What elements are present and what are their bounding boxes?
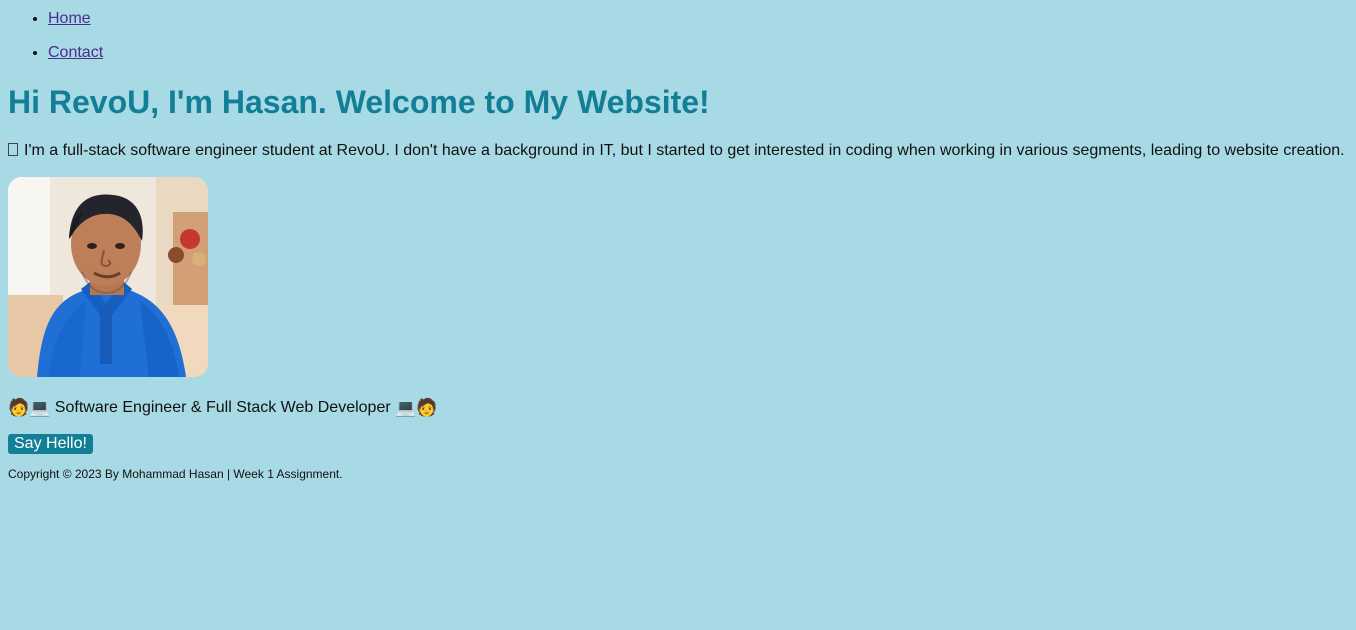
laptop-person-icon: 💻🧑 <box>395 398 438 418</box>
intro-paragraph: I'm a full-stack software engineer stude… <box>8 141 1345 161</box>
tagline-text: Software Engineer & Full Stack Web Devel… <box>54 399 391 416</box>
profile-photo <box>8 177 208 377</box>
say-hello-button[interactable]: Say Hello! <box>8 434 93 454</box>
person-laptop-icon: 🧑💻 <box>8 398 51 418</box>
nav-item-contact: Contact <box>48 42 103 76</box>
missing-glyph-icon <box>8 143 18 156</box>
tagline: 🧑💻 Software Engineer & Full Stack Web De… <box>8 398 437 418</box>
intro-text: I'm a full-stack software engineer stude… <box>24 142 1345 159</box>
page-title: Hi RevoU, I'm Hasan. Welcome to My Websi… <box>8 84 710 120</box>
page: Home Contact Hi RevoU, I'm Hasan. Welcom… <box>0 0 1356 630</box>
contact-link[interactable]: Contact <box>48 44 103 61</box>
footer-copyright: Copyright © 2023 By Mohammad Hasan | Wee… <box>8 467 343 481</box>
home-link[interactable]: Home <box>48 10 91 27</box>
main-nav: Home Contact <box>0 8 103 76</box>
profile-photo-illustration <box>8 177 208 377</box>
nav-item-home: Home <box>48 8 103 42</box>
